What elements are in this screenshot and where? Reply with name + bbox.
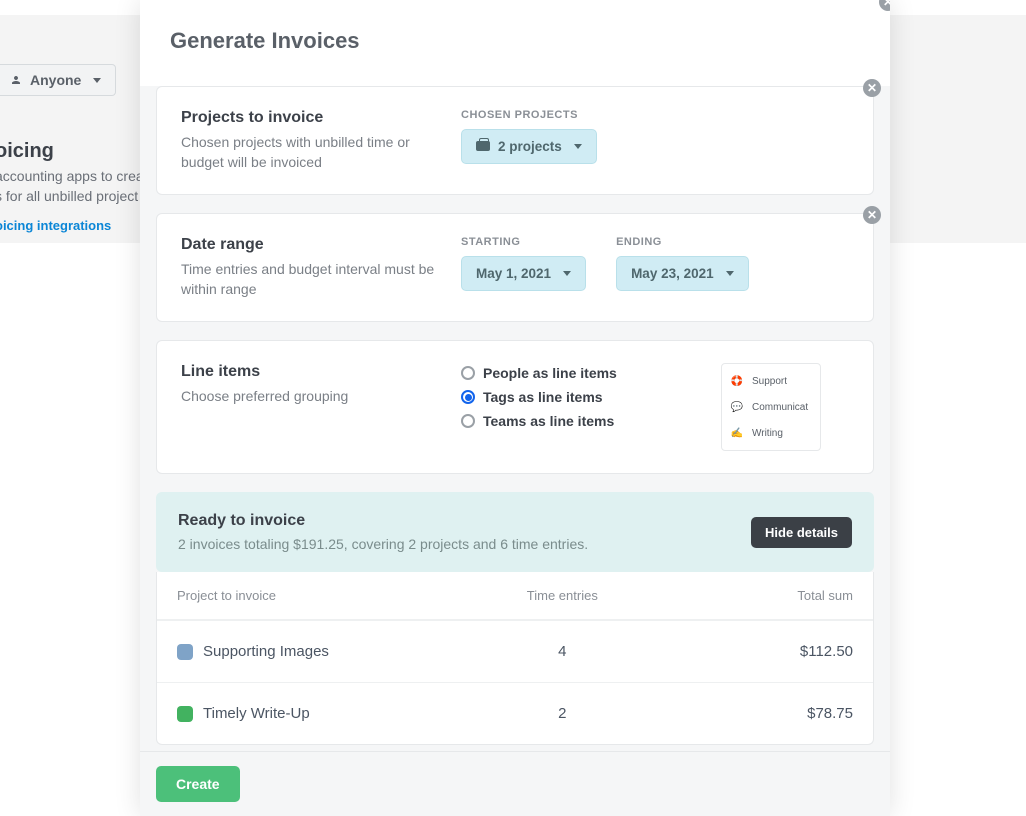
radio-people[interactable]: People as line items: [461, 365, 721, 381]
lineitems-title: Line items: [181, 363, 441, 381]
ready-summary: 2 invoices totaling $191.25, covering 2 …: [178, 536, 751, 552]
ready-panel: Ready to invoice 2 invoices totaling $19…: [156, 492, 874, 572]
project-color-swatch: [177, 644, 193, 660]
hide-details-button[interactable]: Hide details: [751, 517, 852, 548]
starting-date-value: May 1, 2021: [476, 266, 551, 281]
modal-close-button[interactable]: ✕: [879, 0, 890, 11]
date-card-close[interactable]: ✕: [863, 206, 881, 224]
background-side-text: oicing accounting apps to creas for all …: [0, 140, 155, 235]
chevron-down-icon: [563, 271, 571, 276]
projects-card-close[interactable]: ✕: [863, 79, 881, 97]
person-icon: [10, 74, 22, 86]
lineitems-desc: Choose preferred grouping: [181, 387, 441, 407]
modal-body: ✕ Projects to invoice Chosen projects wi…: [140, 86, 890, 766]
chosen-projects-text: 2 projects: [498, 139, 562, 154]
anyone-filter[interactable]: Anyone: [0, 64, 116, 96]
th-entries: Time entries: [501, 588, 623, 603]
create-button[interactable]: Create: [156, 766, 240, 802]
close-icon: ✕: [879, 0, 890, 11]
invoice-table: Project to invoice Time entries Total su…: [156, 572, 874, 745]
project-name: Supporting Images: [203, 643, 329, 660]
th-total: Total sum: [623, 588, 853, 603]
projects-desc: Chosen projects with unbilled time or bu…: [181, 133, 441, 172]
anyone-label: Anyone: [30, 72, 81, 88]
modal-header: Generate Invoices: [140, 0, 890, 86]
pencil-icon: ✍️: [730, 426, 744, 440]
starting-label: STARTING: [461, 236, 586, 248]
date-desc: Time entries and budget interval must be…: [181, 260, 441, 299]
line-items-card: Line items Choose preferred grouping Peo…: [156, 340, 874, 474]
date-title: Date range: [181, 236, 441, 254]
date-range-card: ✕ Date range Time entries and budget int…: [156, 213, 874, 322]
integrations-link[interactable]: oicing integrations: [0, 218, 111, 233]
chosen-projects-chip[interactable]: 2 projects: [461, 129, 597, 164]
side-heading: oicing: [0, 140, 155, 163]
radio-icon: [461, 366, 475, 380]
projects-card: ✕ Projects to invoice Chosen projects wi…: [156, 86, 874, 195]
project-color-swatch: [177, 706, 193, 722]
ready-title: Ready to invoice: [178, 512, 751, 530]
time-entries-count: 4: [501, 643, 623, 660]
ending-label: ENDING: [616, 236, 749, 248]
chevron-down-icon: [574, 144, 582, 149]
table-header: Project to invoice Time entries Total su…: [157, 572, 873, 620]
radio-icon: [461, 414, 475, 428]
close-icon: ✕: [863, 79, 881, 97]
ending-date-value: May 23, 2021: [631, 266, 714, 281]
total-sum: $112.50: [623, 643, 853, 660]
modal-footer: Create: [140, 751, 890, 816]
chevron-down-icon: [93, 78, 101, 83]
table-row[interactable]: Timely Write-Up 2$78.75: [157, 682, 873, 744]
generate-invoices-modal: ✕ Generate Invoices ✕ Projects to invoic…: [140, 0, 890, 816]
total-sum: $78.75: [623, 705, 853, 722]
chevron-down-icon: [726, 271, 734, 276]
table-row[interactable]: Supporting Images 4$112.50: [157, 620, 873, 682]
lifebuoy-icon: 🛟: [730, 374, 744, 388]
projects-title: Projects to invoice: [181, 109, 441, 127]
time-entries-count: 2: [501, 705, 623, 722]
th-project: Project to invoice: [177, 588, 501, 603]
close-icon: ✕: [863, 206, 881, 224]
ending-date-chip[interactable]: May 23, 2021: [616, 256, 749, 291]
radio-icon: [461, 390, 475, 404]
briefcase-icon: [476, 141, 490, 153]
tags-preview: 🛟Support 💬Communicat ✍️Writing: [721, 363, 821, 451]
chosen-projects-label: CHOSEN PROJECTS: [461, 109, 597, 121]
starting-date-chip[interactable]: May 1, 2021: [461, 256, 586, 291]
radio-tags[interactable]: Tags as line items: [461, 389, 721, 405]
project-name: Timely Write-Up: [203, 705, 310, 722]
modal-title: Generate Invoices: [170, 28, 860, 54]
chat-icon: 💬: [730, 400, 744, 414]
radio-teams[interactable]: Teams as line items: [461, 413, 721, 429]
